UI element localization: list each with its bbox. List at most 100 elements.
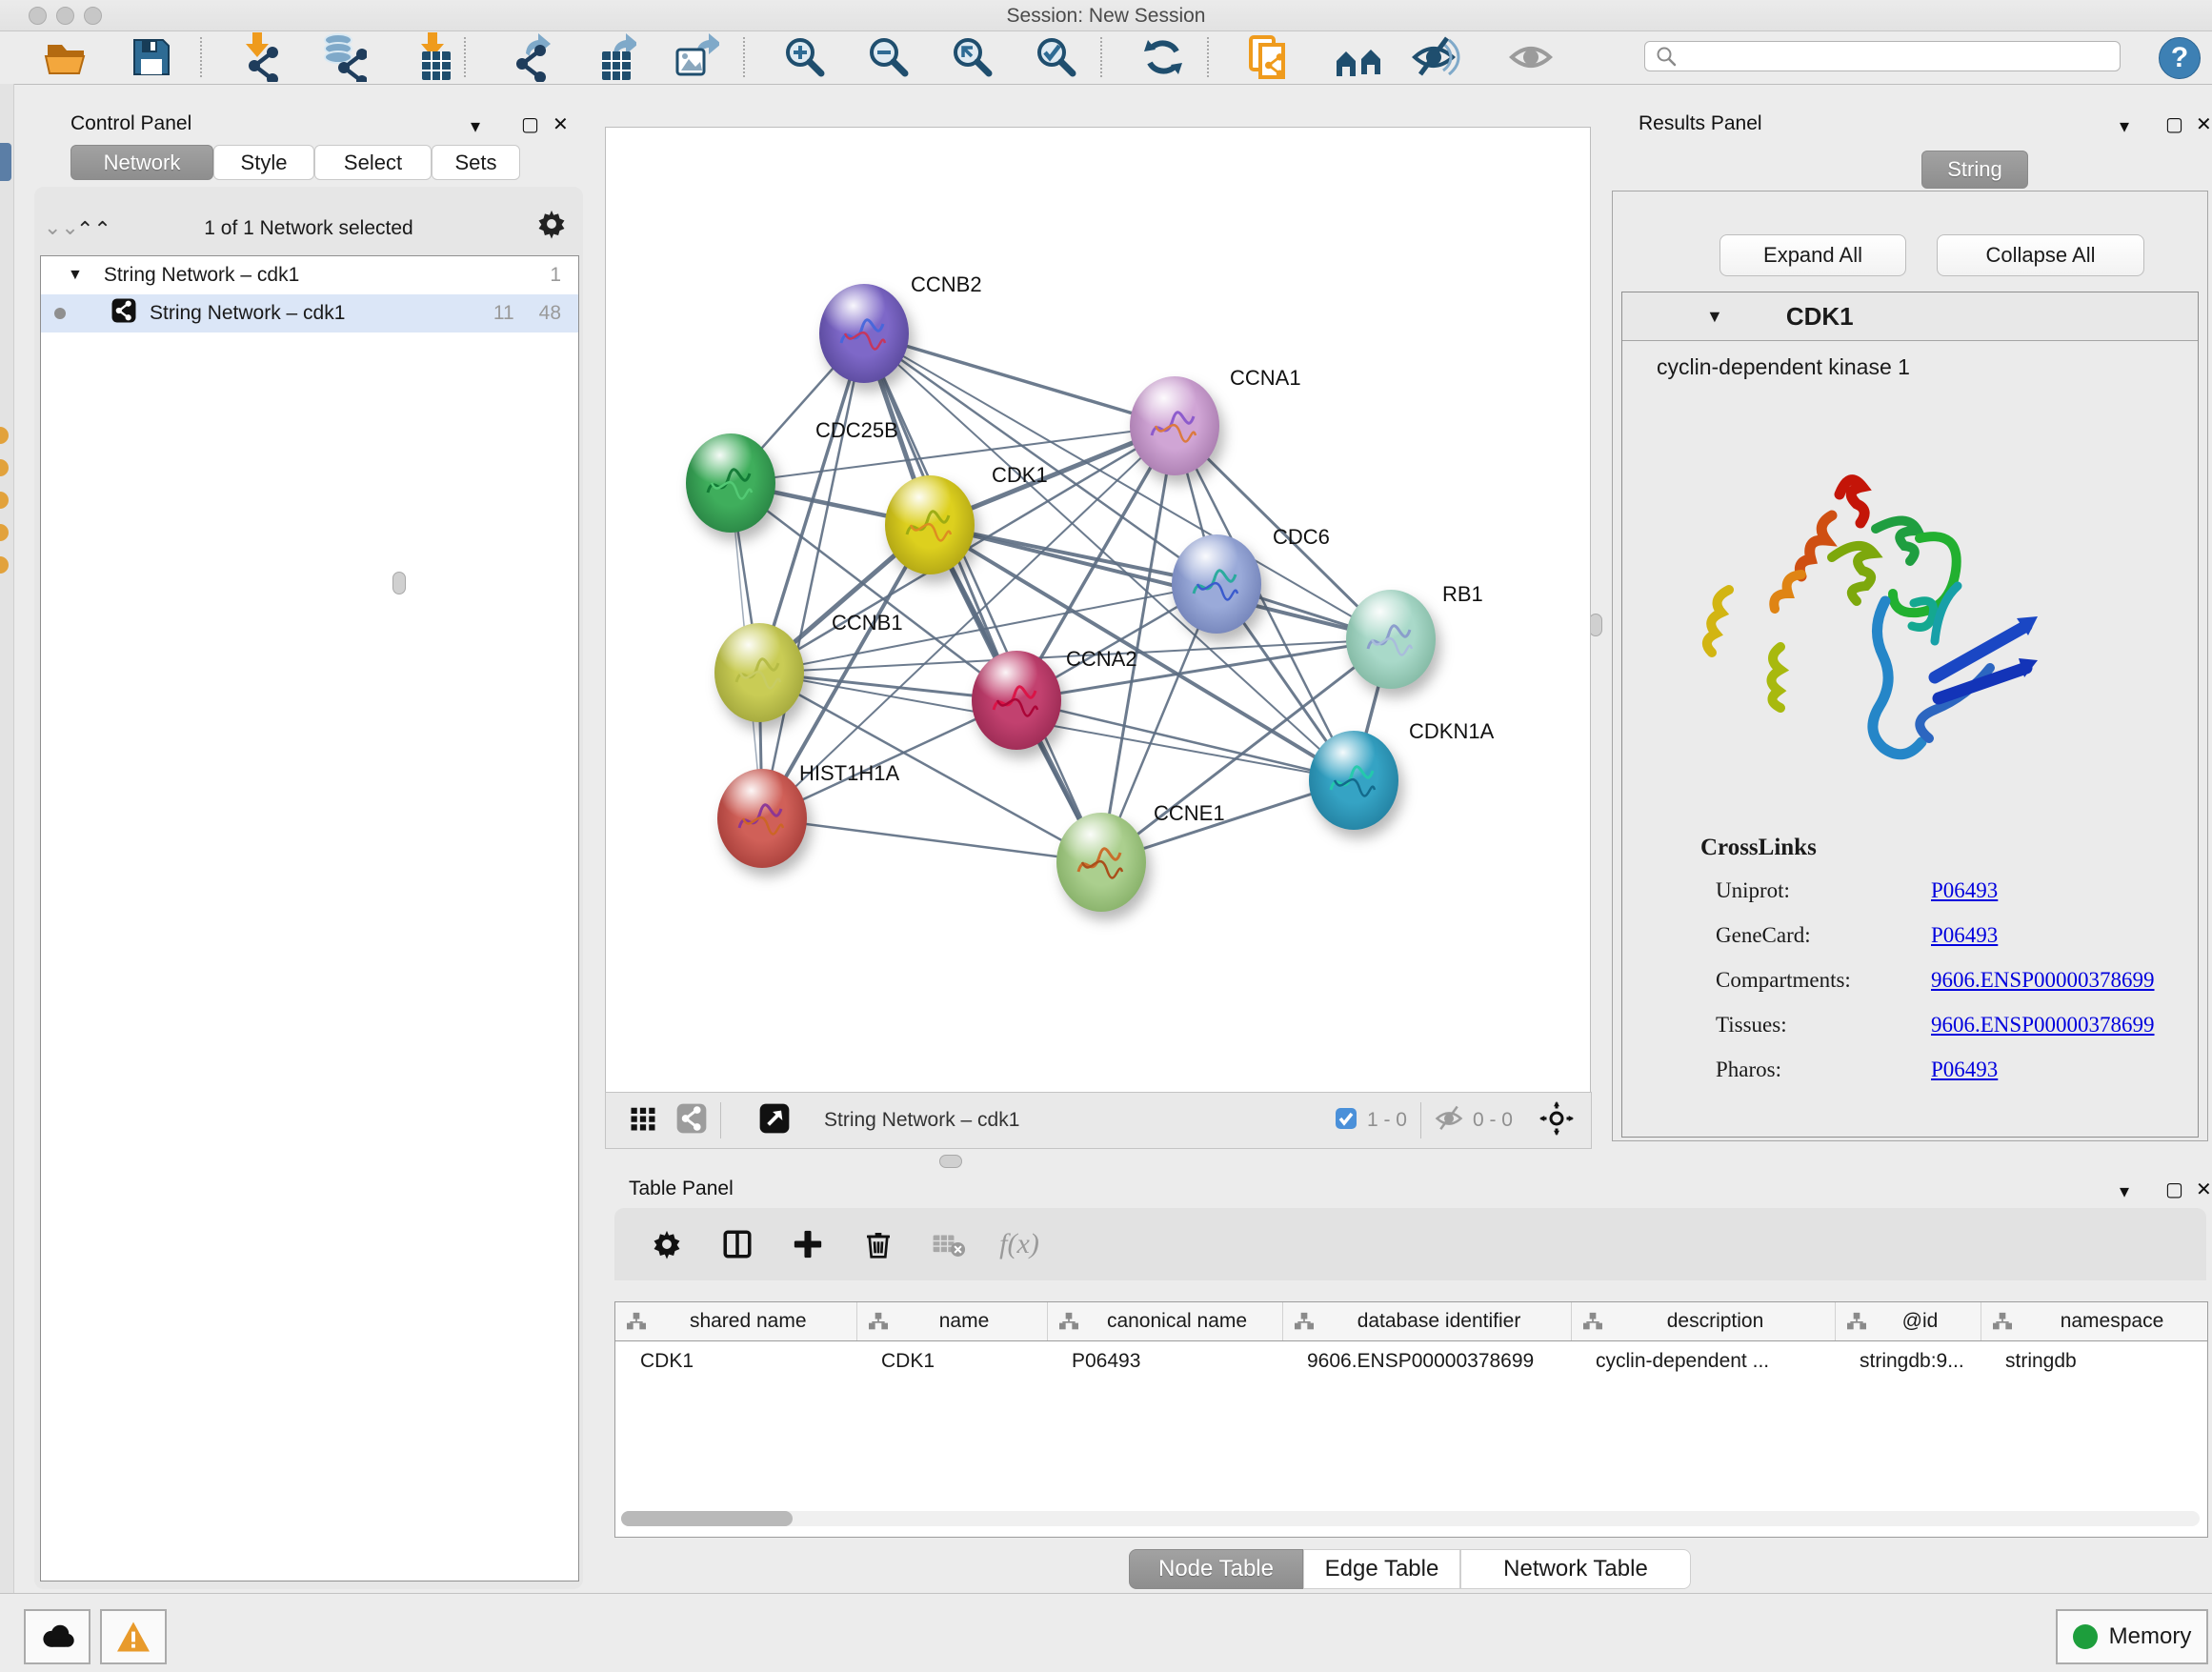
panel-float-icon[interactable]: ▢ <box>521 112 539 136</box>
table-cell[interactable]: 9606.ENSP00000378699 <box>1282 1341 1571 1382</box>
network-options-gear-icon[interactable] <box>535 208 568 245</box>
crosslink-url[interactable]: P06493 <box>1931 878 1998 903</box>
expand-all-button[interactable]: Expand All <box>1719 234 1906 276</box>
warning-icon <box>115 1621 151 1653</box>
panel-menu-icon[interactable]: ▾ <box>2120 114 2129 138</box>
protein-name: CDK1 <box>1786 302 1854 332</box>
selected-checkbox-icon[interactable] <box>1335 1107 1357 1135</box>
network-node-ccnb1[interactable] <box>714 623 804 722</box>
save-session-icon[interactable] <box>124 33 179 81</box>
table-cell[interactable]: CDK1 <box>615 1341 856 1382</box>
panel-close-icon[interactable]: ✕ <box>2196 1178 2212 1201</box>
tab-string[interactable]: String <box>1921 151 2028 189</box>
splitter-handle[interactable] <box>1589 614 1602 636</box>
grid-view-icon[interactable] <box>629 1104 657 1138</box>
import-table-file-icon[interactable] <box>400 33 455 81</box>
pan-crosshair-icon[interactable] <box>1539 1101 1574 1140</box>
network-node-rb1[interactable] <box>1346 590 1436 689</box>
expand-all-tree-icon[interactable]: ⌃⌃ <box>76 217 111 242</box>
zoom-out-icon[interactable] <box>861 33 916 81</box>
table-settings-gear-icon[interactable] <box>632 1228 702 1260</box>
memory-button[interactable]: Memory <box>2056 1609 2208 1664</box>
collapse-all-button[interactable]: Collapse All <box>1937 234 2144 276</box>
cloud-button[interactable] <box>24 1609 90 1664</box>
birdseye-view-icon[interactable] <box>759 1103 790 1138</box>
column-header-shared-name[interactable]: shared name <box>615 1302 856 1341</box>
open-file-icon[interactable] <box>38 33 93 81</box>
node-table-grid[interactable]: shared namenamecanonical namedatabase id… <box>615 1302 2208 1381</box>
search-input[interactable] <box>1678 46 2101 68</box>
network-node-ccna2[interactable] <box>972 651 1061 750</box>
network-collection-row[interactable]: ▼ String Network – cdk1 1 <box>41 256 578 294</box>
tab-select[interactable]: Select <box>314 145 432 180</box>
copy-network-icon[interactable] <box>1241 33 1297 81</box>
crosslink-url[interactable]: 9606.ENSP00000378699 <box>1931 1013 2155 1037</box>
table-cell[interactable]: CDK1 <box>856 1341 1047 1382</box>
table-cell[interactable]: cyclin-dependent ... <box>1571 1341 1835 1382</box>
table-hscrollbar[interactable] <box>621 1511 2200 1526</box>
network-view-mode-icon[interactable] <box>676 1103 707 1138</box>
panel-menu-icon[interactable]: ▾ <box>2120 1179 2129 1203</box>
splitter-handle[interactable] <box>392 572 406 594</box>
column-header-canonical-name[interactable]: canonical name <box>1047 1302 1282 1341</box>
network-node-hist1h1a[interactable] <box>717 769 807 868</box>
splitter-handle[interactable] <box>939 1155 962 1168</box>
crosslink-url[interactable]: P06493 <box>1931 923 1998 948</box>
import-network-database-icon[interactable] <box>314 33 370 81</box>
warning-button[interactable] <box>100 1609 167 1664</box>
column-header--id[interactable]: @id <box>1835 1302 1981 1341</box>
collapse-protein-icon[interactable]: ▼ <box>1706 307 1723 327</box>
network-row[interactable]: String Network – cdk1 11 48 <box>41 294 578 332</box>
protein-header[interactable]: ▼ CDK1 <box>1622 292 2198 341</box>
table-cell[interactable]: P06493 <box>1047 1341 1282 1382</box>
panel-close-icon[interactable]: ✕ <box>553 112 569 136</box>
export-table-icon[interactable] <box>584 33 639 81</box>
tab-sets[interactable]: Sets <box>432 145 520 180</box>
table-cell[interactable]: stringdb <box>1981 1341 2208 1382</box>
help-button[interactable]: ? <box>2159 37 2201 79</box>
import-network-file-icon[interactable] <box>229 33 284 81</box>
column-header-database-identifier[interactable]: database identifier <box>1282 1302 1571 1341</box>
collapse-all-tree-icon[interactable]: ⌄⌄ <box>44 215 79 240</box>
export-image-icon[interactable] <box>667 33 722 81</box>
network-node-ccne1[interactable] <box>1056 813 1146 912</box>
protein-thumbnail <box>986 672 1047 733</box>
table-cell[interactable]: stringdb:9... <box>1835 1341 1981 1382</box>
search-window-icon[interactable] <box>1332 33 1387 81</box>
column-header-name[interactable]: name <box>856 1302 1047 1341</box>
zoom-fit-icon[interactable] <box>945 33 1000 81</box>
export-network-icon[interactable] <box>500 33 555 81</box>
network-node-ccnb2[interactable] <box>819 284 909 383</box>
crosslink-url[interactable]: P06493 <box>1931 1058 1998 1082</box>
network-node-cdc6[interactable] <box>1172 534 1261 634</box>
panel-float-icon[interactable]: ▢ <box>2165 112 2183 136</box>
table-row[interactable]: CDK1CDK1P064939606.ENSP00000378699cyclin… <box>615 1341 2208 1382</box>
network-node-cdk1[interactable] <box>885 475 975 574</box>
panel-close-icon[interactable]: ✕ <box>2196 112 2212 136</box>
network-canvas[interactable]: CCNB2CCNA1CDC25BCDK1CDC6RB1CCNB1CCNA2CDK… <box>605 127 1591 1094</box>
tab-style[interactable]: Style <box>213 145 314 180</box>
zoom-in-icon[interactable] <box>777 33 833 81</box>
eye-disabled-icon[interactable] <box>1503 33 1558 81</box>
zoom-selected-icon[interactable] <box>1029 33 1084 81</box>
tab-network-table[interactable]: Network Table <box>1460 1549 1691 1589</box>
column-header-namespace[interactable]: namespace <box>1981 1302 2208 1341</box>
add-column-icon[interactable] <box>773 1228 843 1260</box>
delete-column-icon[interactable] <box>843 1229 914 1259</box>
panel-menu-icon[interactable]: ▾ <box>471 114 480 138</box>
toolbar-search[interactable] <box>1644 41 2121 71</box>
refresh-layout-icon[interactable] <box>1136 33 1191 81</box>
column-header-description[interactable]: description <box>1571 1302 1835 1341</box>
tab-network[interactable]: Network <box>70 145 213 180</box>
collection-expander-icon[interactable]: ▼ <box>68 267 83 284</box>
network-node-cdc25b[interactable] <box>686 433 775 533</box>
show-columns-icon[interactable] <box>702 1228 773 1260</box>
tab-edge-table[interactable]: Edge Table <box>1303 1549 1460 1589</box>
panel-float-icon[interactable]: ▢ <box>2165 1178 2183 1201</box>
table-hscrollbar-thumb[interactable] <box>621 1511 793 1526</box>
crosslink-url[interactable]: 9606.ENSP00000378699 <box>1931 968 2155 993</box>
show-hide-graphics-icon[interactable] <box>1408 33 1463 81</box>
network-node-ccna1[interactable] <box>1130 376 1219 475</box>
tab-node-table[interactable]: Node Table <box>1129 1549 1303 1589</box>
network-node-cdkn1a[interactable] <box>1309 731 1398 830</box>
